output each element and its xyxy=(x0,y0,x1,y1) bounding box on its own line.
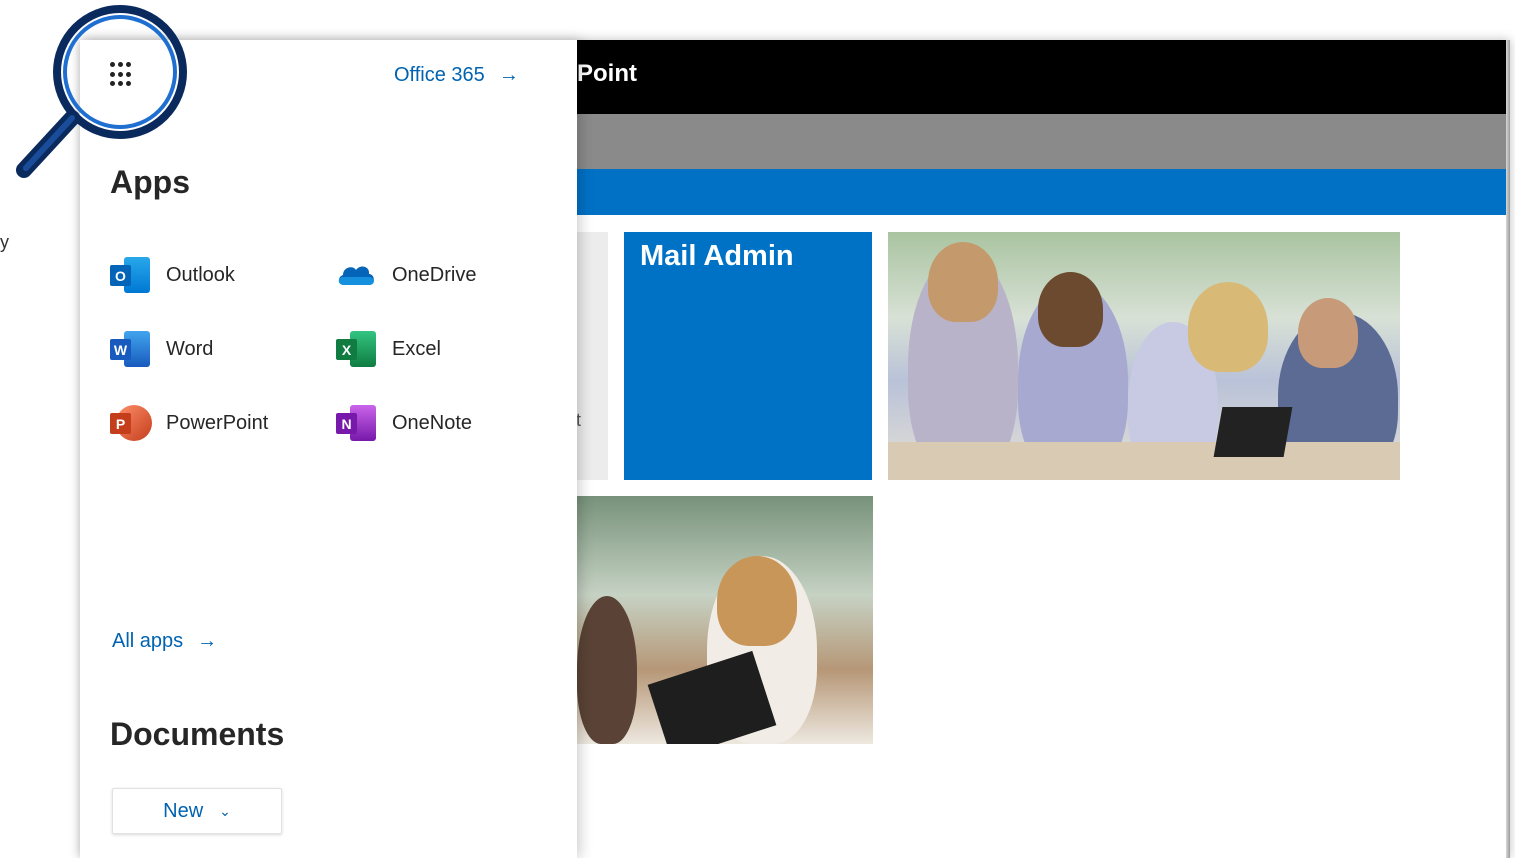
app-label: PowerPoint xyxy=(166,411,269,434)
documents-heading: Documents xyxy=(110,716,285,752)
app-label: Outlook xyxy=(166,263,235,286)
mail-admin-label: Mail Admin xyxy=(640,240,794,272)
app-onedrive[interactable]: OneDrive xyxy=(336,255,476,295)
onenote-icon: N xyxy=(336,403,376,443)
app-word[interactable]: W Word xyxy=(110,329,213,369)
edge-text-fragment: y xyxy=(0,232,9,252)
app-label: OneNote xyxy=(392,411,473,434)
onedrive-icon xyxy=(336,255,376,295)
excel-icon: X xyxy=(336,329,376,369)
new-document-button[interactable]: New ⌄ xyxy=(112,788,282,834)
apps-heading: Apps xyxy=(110,164,190,200)
student-tablet-photo-tile[interactable] xyxy=(577,496,873,744)
outlook-icon: O xyxy=(110,255,150,295)
office-365-label: Office 365 xyxy=(394,64,485,86)
app-onenote[interactable]: N OneNote xyxy=(336,403,472,443)
app-label: Word xyxy=(166,337,214,360)
waffle-menu-icon[interactable] xyxy=(108,60,138,90)
arrow-right-icon: → xyxy=(197,630,218,652)
students-photo-tile[interactable] xyxy=(888,232,1400,480)
app-label: OneDrive xyxy=(392,263,477,286)
word-icon: W xyxy=(110,329,150,369)
mail-admin-tile[interactable]: Mail Admin xyxy=(624,232,872,480)
suite-title[interactable]: Point xyxy=(577,60,637,88)
app-launcher-panel: Office 365 → Apps O Outlook OneDrive W Wo… xyxy=(80,40,577,858)
powerpoint-icon: P xyxy=(110,403,152,443)
app-powerpoint[interactable]: P PowerPoint xyxy=(110,403,268,443)
all-apps-link[interactable]: All apps → xyxy=(112,630,217,653)
all-apps-label: All apps xyxy=(112,630,184,652)
office-365-link[interactable]: Office 365 → xyxy=(394,64,519,87)
app-excel[interactable]: X Excel xyxy=(336,329,441,369)
app-label: Excel xyxy=(392,337,441,360)
app-outlook[interactable]: O Outlook xyxy=(110,255,235,295)
chevron-down-icon: ⌄ xyxy=(219,802,231,819)
new-button-label: New xyxy=(163,799,204,822)
arrow-right-icon: → xyxy=(498,64,519,86)
partial-tile[interactable]: t xyxy=(576,232,608,480)
